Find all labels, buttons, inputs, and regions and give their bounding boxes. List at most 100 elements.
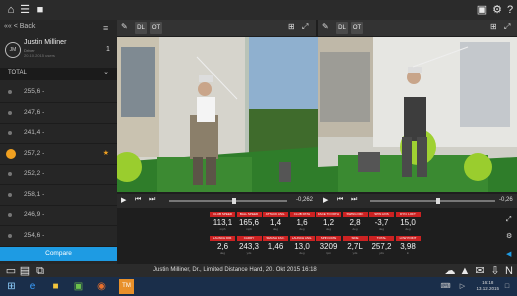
windows-start-icon[interactable]: ⊞: [4, 279, 19, 294]
back-label[interactable]: < Back: [14, 23, 36, 30]
right-timeline[interactable]: [370, 200, 495, 202]
data-cell[interactable]: ATTACK ANG. 1,4 deg: [263, 212, 288, 231]
ie-icon[interactable]: e: [25, 279, 40, 294]
home-icon[interactable]: ⌂: [4, 3, 18, 17]
data-cell-unit: deg: [325, 227, 331, 231]
data-cell[interactable]: LAUNCH DIR. 2,6 deg: [210, 236, 235, 255]
comment-icon[interactable]: ✉: [473, 264, 487, 278]
left-swing-video[interactable]: [117, 37, 318, 192]
right-swing-video[interactable]: [318, 37, 517, 192]
gear-icon[interactable]: ⚙: [490, 3, 504, 17]
shot-list-item[interactable]: 258,1 -: [0, 185, 117, 206]
play-icon[interactable]: ▶: [323, 196, 328, 204]
step-forward-icon[interactable]: ⏭: [351, 196, 357, 204]
top-bar: ⌂ ☰ ■ ▣ ⚙ ?: [0, 0, 517, 20]
pen-icon[interactable]: ✎: [322, 22, 329, 31]
data-cell[interactable]: FACE TO PATH 1,2 deg: [316, 212, 341, 231]
keyboard-icon[interactable]: ⌨: [438, 279, 453, 294]
data-cell[interactable]: LOW POINT 3,98 in: [395, 236, 421, 255]
play-icon[interactable]: ▶: [121, 196, 126, 204]
star-icon[interactable]: ★: [103, 149, 109, 157]
settings-icon[interactable]: ⚙: [506, 232, 512, 240]
data-cell-value: 1,46: [267, 242, 284, 251]
shot-list-item[interactable]: 257,2 - ★: [0, 144, 117, 165]
grid-icon[interactable]: ⊞: [288, 22, 295, 31]
dl-button-left[interactable]: DL: [135, 22, 147, 34]
notifications-icon[interactable]: □: [502, 279, 512, 294]
list-icon[interactable]: ☰: [18, 3, 32, 17]
cloud-icon[interactable]: ☁: [443, 264, 457, 278]
pen-icon[interactable]: ✎: [121, 22, 128, 31]
step-forward-icon[interactable]: ⏭: [149, 196, 155, 204]
data-cell[interactable]: CLUB PATH 1,6 deg: [289, 212, 315, 231]
data-cell[interactable]: TOTAL 257,2 yds: [369, 236, 394, 255]
data-cell[interactable]: SWING DIR. 2,8 deg: [342, 212, 368, 231]
shot-list-item[interactable]: 255,6 -: [0, 82, 117, 103]
expand-icon[interactable]: ⤢: [302, 22, 308, 32]
ot-button-right[interactable]: OT: [351, 22, 363, 34]
shot-list-item[interactable]: 247,6 -: [0, 103, 117, 124]
shot-value: 241,4 -: [24, 129, 45, 136]
avatar: JM: [5, 42, 21, 58]
store-icon[interactable]: ▣: [71, 279, 86, 294]
folder-icon[interactable]: ■: [33, 3, 47, 17]
window-icon[interactable]: ▣: [475, 3, 489, 17]
left-time: -0,262: [296, 197, 314, 203]
compare-button[interactable]: Compare: [0, 247, 117, 261]
right-timeline-handle[interactable]: [436, 198, 440, 204]
shot-caption: Justin Milliner, Dr., Limited Distance H…: [153, 267, 317, 273]
shot-dot-icon: [8, 213, 12, 217]
data-cell-unit: mph: [246, 227, 252, 231]
help-icon[interactable]: ?: [503, 3, 517, 17]
ot-button-left[interactable]: OT: [150, 22, 162, 34]
data-cell[interactable]: LAUNCH ANG. 13,0 deg: [289, 236, 315, 255]
data-cell-unit: deg: [378, 227, 384, 231]
data-cell[interactable]: SPIN RATE 3209 rpm: [316, 236, 341, 255]
chart-icon[interactable]: ▲: [458, 264, 472, 278]
shot-list-item[interactable]: 254,6 -: [0, 226, 117, 247]
volume-icon[interactable]: ◀: [506, 250, 511, 258]
player-session: 20.10.2015 users: [24, 53, 55, 58]
right-time: -0,26: [499, 197, 513, 203]
left-video-frame: [117, 37, 318, 192]
grid-icon[interactable]: ⊞: [490, 22, 497, 31]
n-icon[interactable]: N: [502, 264, 516, 278]
data-cell[interactable]: SPIN AXIS -3,7 deg: [369, 212, 394, 231]
left-timeline-handle[interactable]: [232, 198, 236, 204]
shot-list-item[interactable]: 241,4 -: [0, 123, 117, 144]
copy-icon[interactable]: ⧉: [33, 264, 47, 278]
left-timeline[interactable]: [169, 200, 287, 202]
expand-icon[interactable]: ⤢: [504, 22, 510, 32]
data-cell[interactable]: BALL SPEED 165,6 mph: [236, 212, 262, 231]
shot-value: 252,2 -: [24, 170, 45, 177]
fullscreen-icon[interactable]: ⤢: [506, 216, 512, 224]
shot-list-item[interactable]: 246,9 -: [0, 205, 117, 226]
dl-button-right[interactable]: DL: [336, 22, 348, 34]
total-group-header[interactable]: TOTAL ⌄: [0, 68, 117, 80]
shot-value: 255,6 -: [24, 88, 45, 95]
screen-icon[interactable]: ▭: [4, 264, 18, 278]
back-link[interactable]: «« < Back: [4, 23, 35, 30]
data-cell[interactable]: CLUB SPEED 113,1 mph: [210, 212, 235, 231]
chevron-down-icon[interactable]: ⌄: [103, 68, 109, 76]
data-cell[interactable]: CARRY 243,3 yds: [236, 236, 262, 255]
export-icon[interactable]: ⇩: [488, 264, 502, 278]
shot-dot-icon: [8, 90, 12, 94]
right-video-toolbar: ✎ DL OT ⊞ ⤢: [318, 20, 517, 36]
step-back-icon[interactable]: ⏮: [337, 196, 343, 204]
shot-list-item[interactable]: 252,2 -: [0, 164, 117, 185]
menu-icon[interactable]: ≡: [103, 23, 108, 33]
step-back-icon[interactable]: ⏮: [135, 196, 141, 204]
firefox-icon[interactable]: ◉: [94, 279, 109, 294]
tray-icons[interactable]: ▷: [455, 279, 470, 294]
data-cell-unit: deg: [272, 227, 278, 231]
data-cell[interactable]: SIDE 2,7L yds: [342, 236, 368, 255]
total-label: TOTAL: [8, 70, 27, 76]
taskbar-clock[interactable]: 16:18 13.12.2015: [476, 280, 499, 292]
data-cell[interactable]: SMASH FAC. 1,46: [263, 236, 288, 252]
layout-icon[interactable]: ▤: [18, 264, 32, 278]
trackman-app-icon[interactable]: TM: [119, 279, 134, 294]
data-cell[interactable]: DYN. LOFT 15,0 deg: [395, 212, 421, 231]
data-cell-unit: yds: [352, 251, 358, 255]
explorer-icon[interactable]: ■: [48, 279, 63, 294]
